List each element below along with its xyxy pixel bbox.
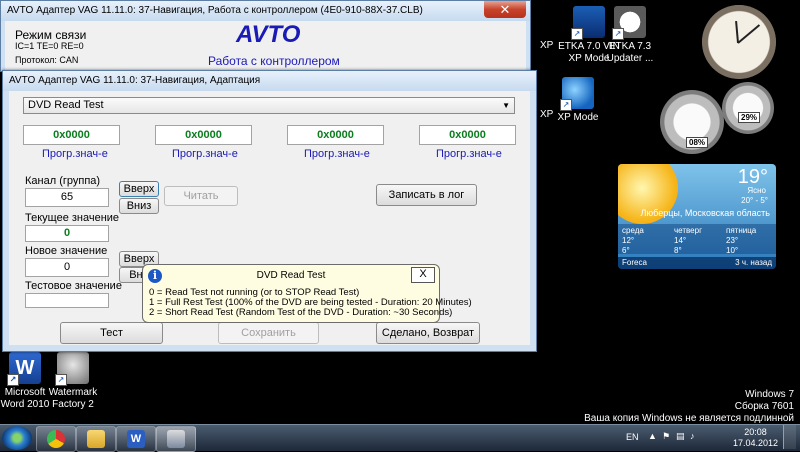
chrome-icon [47,430,65,448]
dvd-read-test-tooltip: i DVD Read Test X 0 = Read Test not runn… [142,264,472,323]
desktop-icon-label-xp[interactable]: XP [540,40,553,51]
taskbar-clock[interactable]: 20:08 17.04.2012 [733,427,778,449]
value-caption-4: Прогр.знач-е [436,148,502,160]
protocol-label: Протокол: CAN [15,55,79,65]
write-log-button[interactable]: Записать в лог [376,184,477,206]
dropdown-value: DVD Read Test [28,99,104,111]
network-icon[interactable]: ▤ [676,431,685,442]
chevron-down-icon: ▼ [502,101,510,110]
weather-gadget[interactable]: 19° Ясно 20° - 5° Люберцы, Московская об… [618,164,776,269]
desktop-icon-label: Factory 2 [52,399,94,410]
weather-updated: 3 ч. назад [735,258,772,267]
cpu-meter-percent: 08% [686,137,709,148]
word-icon: W [127,430,145,448]
connection-mode-values: IC=1 TE=0 RE=0 [15,41,84,51]
channel-select-dropdown[interactable]: DVD Read Test ▼ [23,97,515,114]
tooltip-title: DVD Read Test [256,270,326,281]
connection-mode-label: Режим связи [15,28,87,42]
controller-window[interactable]: AVTO Адаптер VAG 11.11.0: 37-Навигация, … [0,0,531,72]
test-button[interactable]: Тест [60,322,163,344]
new-value-input[interactable]: 0 [25,258,109,277]
desktop-icon-xp-mode[interactable]: ↗ XP Mode [542,77,614,124]
volume-icon[interactable]: ♪ [690,431,695,441]
new-value-label-text: Новое значение [25,245,108,257]
channel-input[interactable]: 65 [25,188,109,207]
cpu-meter-gadget[interactable]: 08% [660,90,724,154]
weather-forecast: среда 12° 6° четверг 14° 8° пятница 23° … [618,224,776,255]
internet-explorer-icon: ↗ [560,77,594,111]
value-box-2: 0x0000 [155,125,252,145]
desktop-icon-label: ETKA 7.3 [608,41,652,52]
avto-logo: AVTO [236,21,301,48]
weather-provider: Foreca [622,258,647,267]
value-caption-1: Прогр.знач-е [42,148,108,160]
save-button[interactable]: Сохранить [218,322,319,344]
weather-footer: Foreca 3 ч. назад [618,257,776,269]
watermark-factory-icon: ↗ [55,352,89,386]
clock-gadget[interactable] [702,5,776,79]
value-box-3: 0x0000 [287,125,384,145]
test-value-label: Тестовое значение [25,280,122,292]
system-tray: EN ▲ ⚑ ▤ ♪ 20:08 17.04.2012 [626,425,796,449]
vag-adapter-icon [167,430,185,448]
controller-subtitle: Работа с контроллером [208,54,340,68]
windows-watermark: Windows 7 Сборка 7601 Ваша копия Windows… [584,389,794,424]
adaptation-window-title[interactable]: AVTO Адаптер VAG 11.11.0: 37-Навигация, … [3,71,536,91]
current-value-label: Текущее значение [25,212,120,224]
desktop-icon-label: Updater ... [606,53,654,64]
folder-icon [87,430,105,448]
forecast-day: среда 12° 6° [622,226,644,255]
current-value-field: 0 [25,225,109,242]
done-return-button[interactable]: Сделано, Возврат [376,322,480,344]
memory-meter-gadget[interactable]: 29% [722,82,774,134]
desktop-icon-label: Watermark [48,387,98,398]
weather-range: 20° - 5° [741,196,768,205]
controller-window-title[interactable]: AVTO Адаптер VAG 11.11.0: 37-Навигация, … [1,1,530,21]
forecast-day: четверг 14° 8° [674,226,702,255]
desktop-icon-etka-updater[interactable]: ↗ ETKA 7.3 Updater ... [594,6,666,65]
vw-logo-icon: ↗ [612,6,646,40]
read-button[interactable]: Читать [164,186,238,206]
taskbar-explorer[interactable] [76,426,116,452]
close-window-button[interactable]: ✕ [484,1,526,18]
tooltip-line: 2 = Short Read Test (Random Test of the … [149,307,453,318]
taskbar: W EN ▲ ⚑ ▤ ♪ 20:08 17.04.2012 [0,424,800,452]
taskbar-chrome[interactable] [36,426,76,452]
value-caption-3: Прогр.знач-е [304,148,370,160]
forecast-day: пятница 23° 10° [726,226,757,255]
memory-meter-percent: 29% [738,112,761,123]
value-caption-2: Прогр.знач-е [172,148,238,160]
channel-down-button[interactable]: Вниз [119,198,159,214]
desktop-icon-label: XP Mode [557,112,599,123]
clock-minute-hand [737,24,761,44]
tooltip-close-button[interactable]: X [411,267,435,283]
weather-condition: Ясно [747,186,766,195]
language-indicator[interactable]: EN [626,432,639,442]
value-box-1: 0x0000 [23,125,120,145]
show-desktop-button[interactable] [783,425,796,449]
channel-label: Канал (группа) [25,175,101,187]
taskbar-vag-app[interactable] [156,426,196,452]
desktop-icon-watermark-factory[interactable]: ↗ Watermark Factory 2 [37,352,109,411]
channel-up-button[interactable]: Вверх [119,181,159,197]
test-value-field [25,293,109,308]
weather-city: Люберцы, Московская область [640,208,770,218]
start-button[interactable] [2,426,32,450]
tray-arrow-icon[interactable]: ▲ [648,431,657,441]
taskbar-word[interactable]: W [116,426,156,452]
action-center-icon[interactable]: ⚑ [662,431,670,442]
value-box-4: 0x0000 [419,125,516,145]
